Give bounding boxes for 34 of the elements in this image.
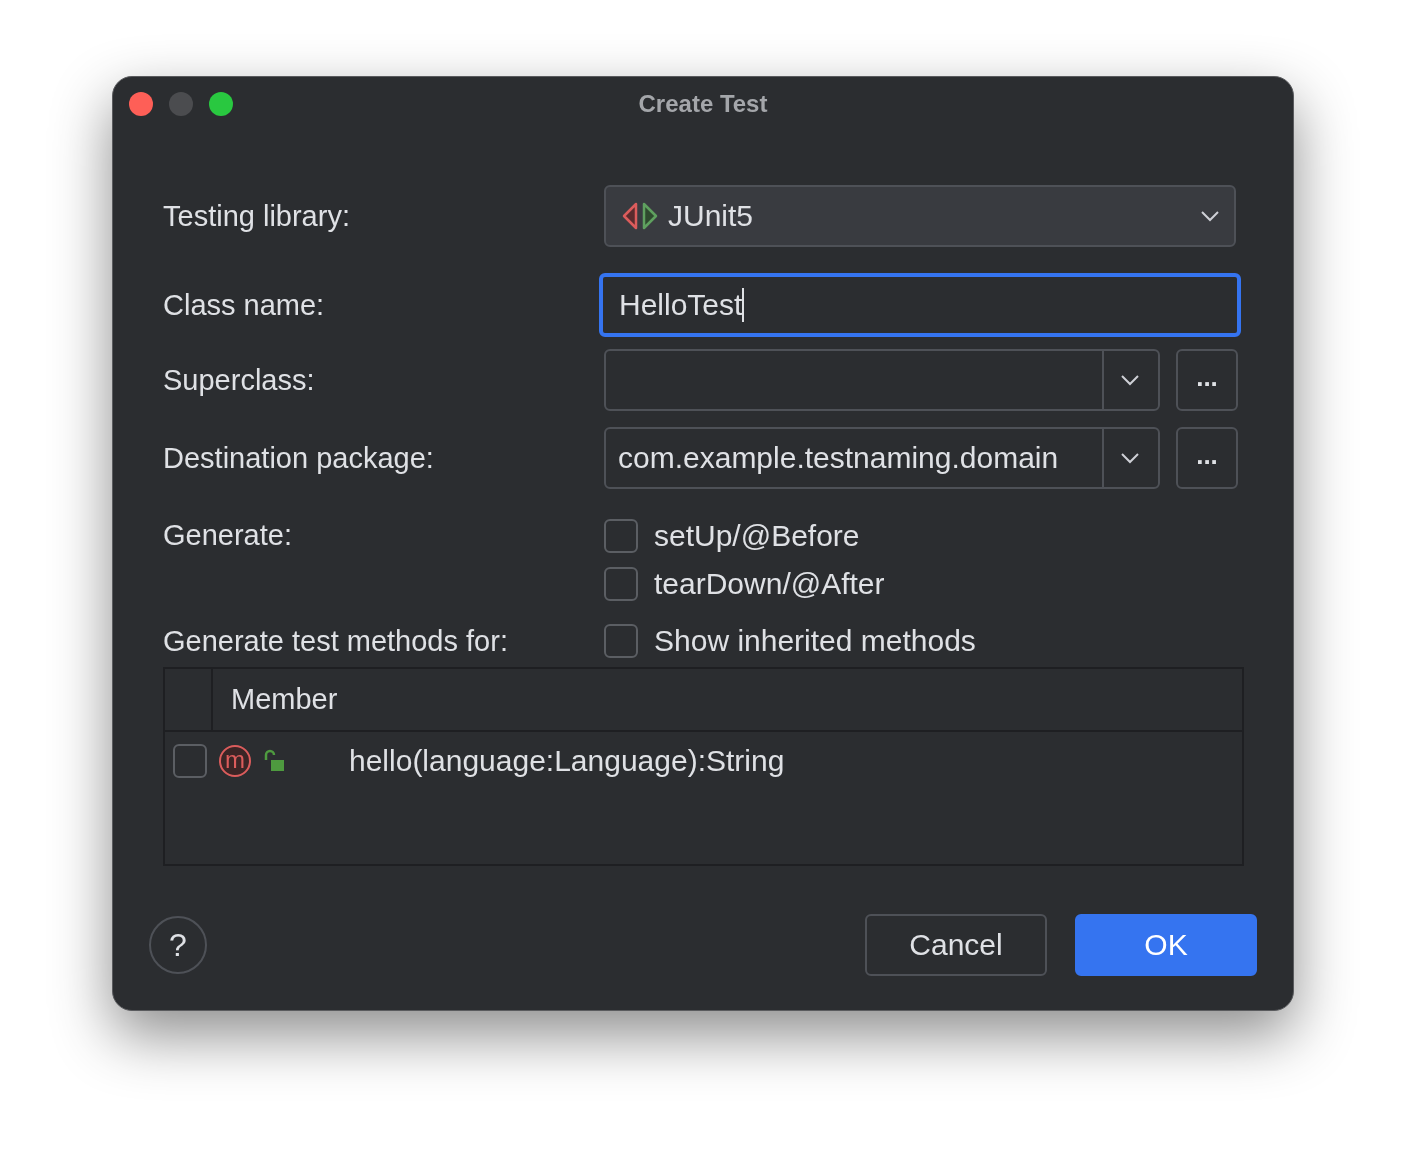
field-label: Destination package:: [163, 441, 435, 475]
column-header[interactable]: Member: [213, 669, 338, 730]
junit-logo-icon: [620, 201, 660, 231]
chevron-down-icon[interactable]: [1120, 452, 1140, 464]
browse-button[interactable]: ...: [1176, 349, 1238, 411]
chevron-down-icon: [1200, 210, 1220, 222]
method-icon: m: [219, 745, 251, 777]
checkbox-label[interactable]: setUp/@Before: [654, 519, 860, 553]
class-name-field[interactable]: HelloTest: [599, 273, 1241, 337]
field-label: Class name:: [163, 288, 326, 322]
field-label: Generate test methods for:: [163, 624, 509, 658]
window-title: Create Test: [638, 90, 768, 118]
cancel-button[interactable]: Cancel: [865, 914, 1047, 976]
chevron-down-icon[interactable]: [1120, 374, 1140, 386]
field-label: Superclass:: [163, 363, 316, 397]
minimize-icon[interactable]: [169, 92, 193, 116]
field-label: Testing library:: [163, 199, 351, 233]
checkbox-label[interactable]: Show inherited methods: [654, 624, 976, 658]
table-cell: hello(language:Language):String: [349, 744, 785, 778]
close-icon[interactable]: [129, 92, 153, 116]
superclass-field[interactable]: [604, 349, 1160, 411]
checkbox[interactable]: [604, 624, 638, 658]
checkbox[interactable]: [173, 744, 207, 778]
unlocked-padlock-icon: [263, 749, 287, 773]
package-field[interactable]: com.example.testnaming.domain: [604, 427, 1160, 489]
help-button[interactable]: ?: [149, 916, 207, 974]
field-label: Generate:: [163, 519, 293, 552]
checkbox[interactable]: [604, 519, 638, 553]
checkbox-label[interactable]: tearDown/@After: [654, 567, 885, 601]
library-dropdown[interactable]: JUnit5: [604, 185, 1236, 247]
checkbox[interactable]: [604, 567, 638, 601]
ok-button[interactable]: OK: [1075, 914, 1257, 976]
browse-button[interactable]: ...: [1176, 427, 1238, 489]
zoom-icon[interactable]: [209, 92, 233, 116]
